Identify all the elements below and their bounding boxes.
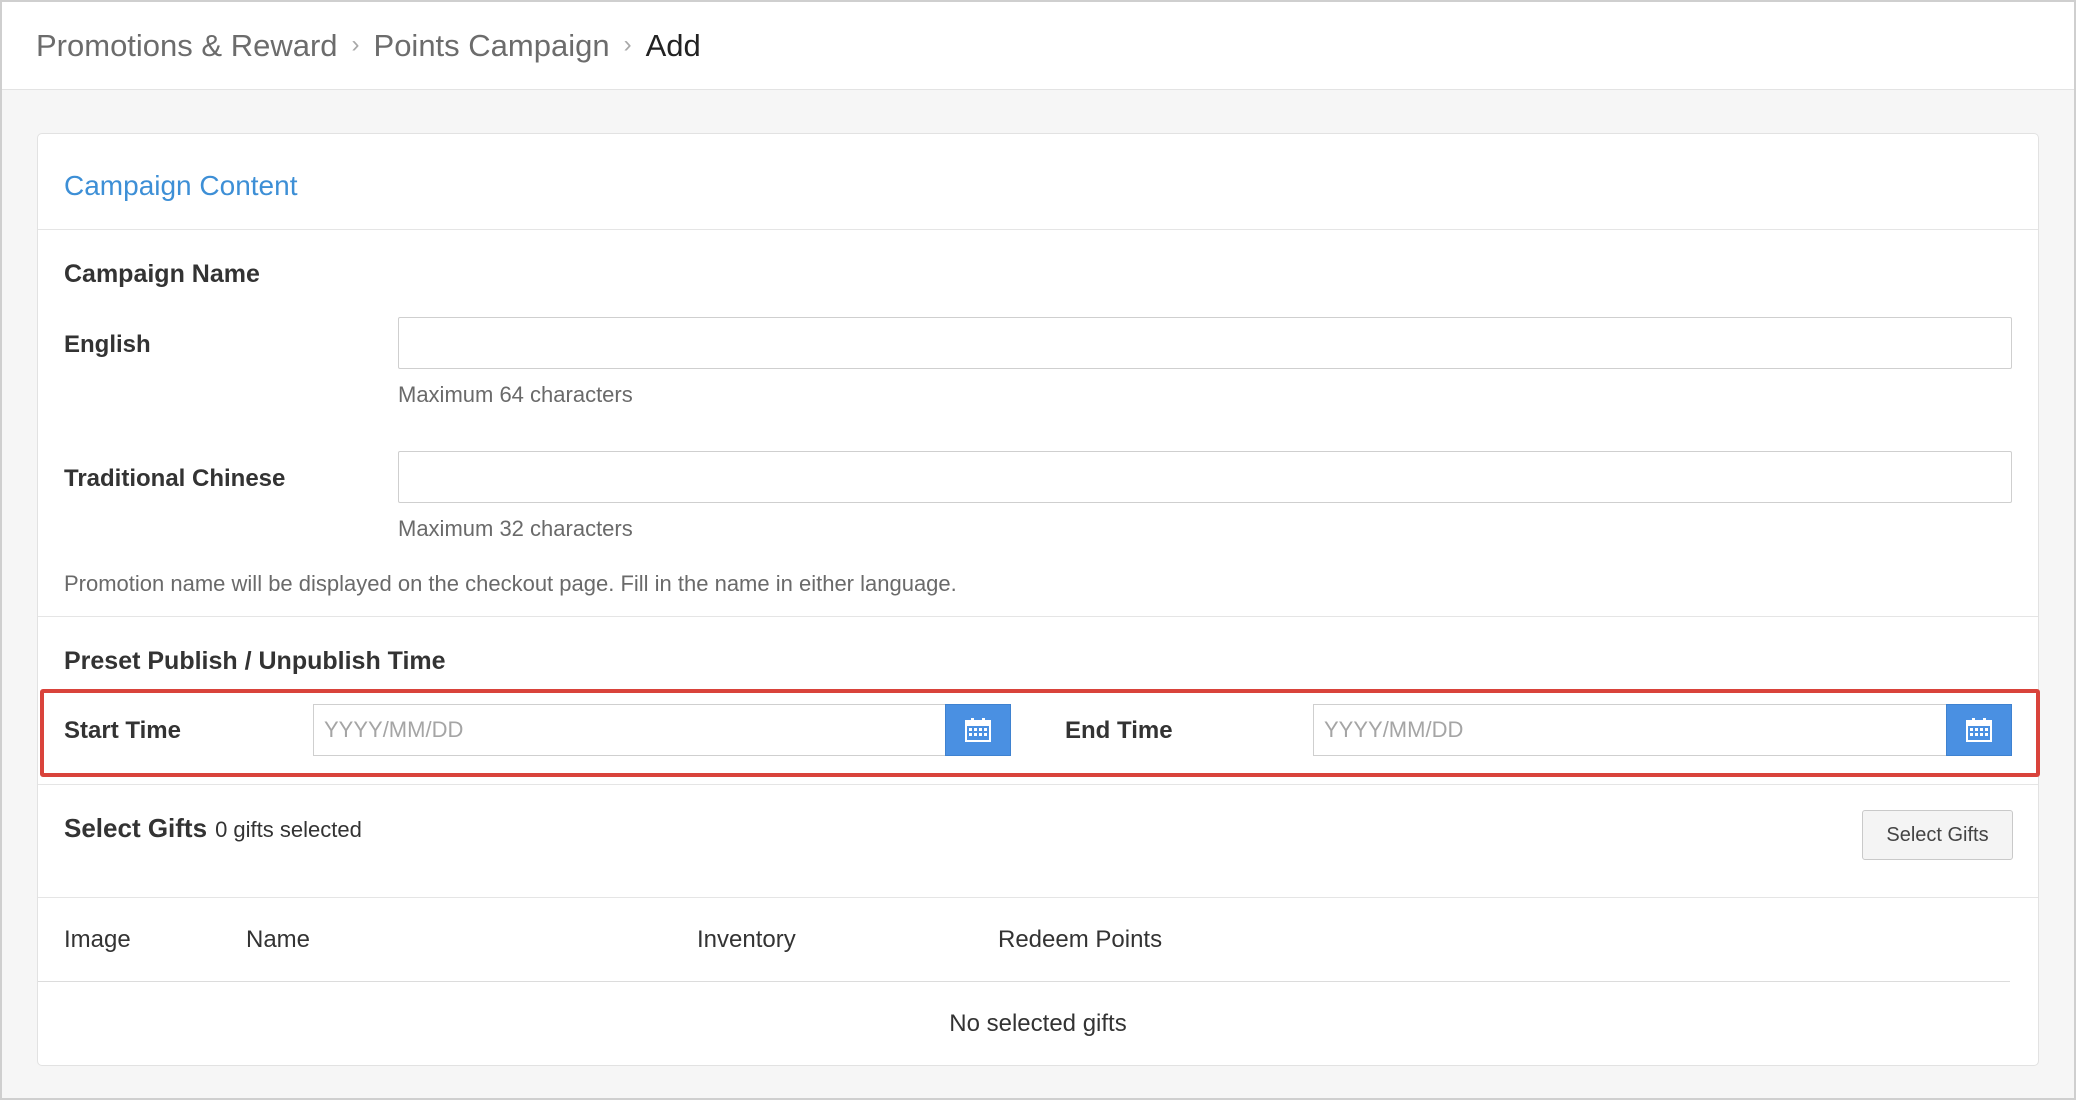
divider [38, 897, 2038, 898]
divider [38, 784, 2038, 785]
breadcrumb-item-current: Add [645, 27, 701, 63]
column-header-redeem-points: Redeem Points [998, 926, 1163, 953]
chevron-right-icon: › [351, 30, 360, 58]
start-date-calendar-button[interactable] [945, 704, 1011, 756]
end-date-calendar-button[interactable] [1946, 704, 2012, 756]
breadcrumb-item-points-campaign[interactable]: Points Campaign [374, 28, 610, 64]
end-time-label: End Time [1065, 717, 1173, 744]
column-header-name: Name [246, 926, 311, 953]
traditional-chinese-help-text: Maximum 32 characters [398, 516, 633, 541]
start-time-label: Start Time [64, 717, 181, 744]
calendar-icon [965, 718, 991, 742]
start-date-input[interactable] [313, 704, 945, 756]
empty-gifts-message: No selected gifts [949, 1010, 1127, 1037]
chevron-right-icon: › [623, 30, 632, 58]
select-gifts-header: Select Gifts 0 gifts selected [64, 813, 362, 844]
breadcrumb: Promotions & Reward › Points Campaign › … [2, 2, 2074, 90]
publish-time-heading: Preset Publish / Unpublish Time [64, 647, 446, 675]
campaign-content-panel: Campaign Content Campaign Name English M… [37, 133, 2040, 1066]
divider [38, 616, 2038, 617]
traditional-chinese-label: Traditional Chinese [64, 465, 286, 492]
calendar-icon [1966, 718, 1992, 742]
end-date-input[interactable] [1313, 704, 1946, 756]
breadcrumb-item-promotions[interactable]: Promotions & Reward [36, 28, 338, 64]
campaign-name-heading: Campaign Name [64, 260, 260, 288]
english-name-input[interactable] [398, 317, 2012, 369]
column-header-inventory: Inventory [697, 926, 796, 953]
section-title: Campaign Content [64, 170, 298, 201]
app-window: Promotions & Reward › Points Campaign › … [0, 0, 2076, 1100]
campaign-name-note: Promotion name will be displayed on the … [64, 571, 957, 596]
english-label: English [64, 331, 151, 358]
divider [38, 229, 2038, 230]
gifts-count-text: 0 gifts selected [215, 817, 362, 842]
table-header-divider [38, 981, 2010, 982]
traditional-chinese-name-input[interactable] [398, 451, 2012, 503]
english-help-text: Maximum 64 characters [398, 382, 633, 407]
select-gifts-heading: Select Gifts [64, 813, 208, 843]
select-gifts-button[interactable]: Select Gifts [1862, 810, 2013, 860]
column-header-image: Image [64, 926, 131, 953]
